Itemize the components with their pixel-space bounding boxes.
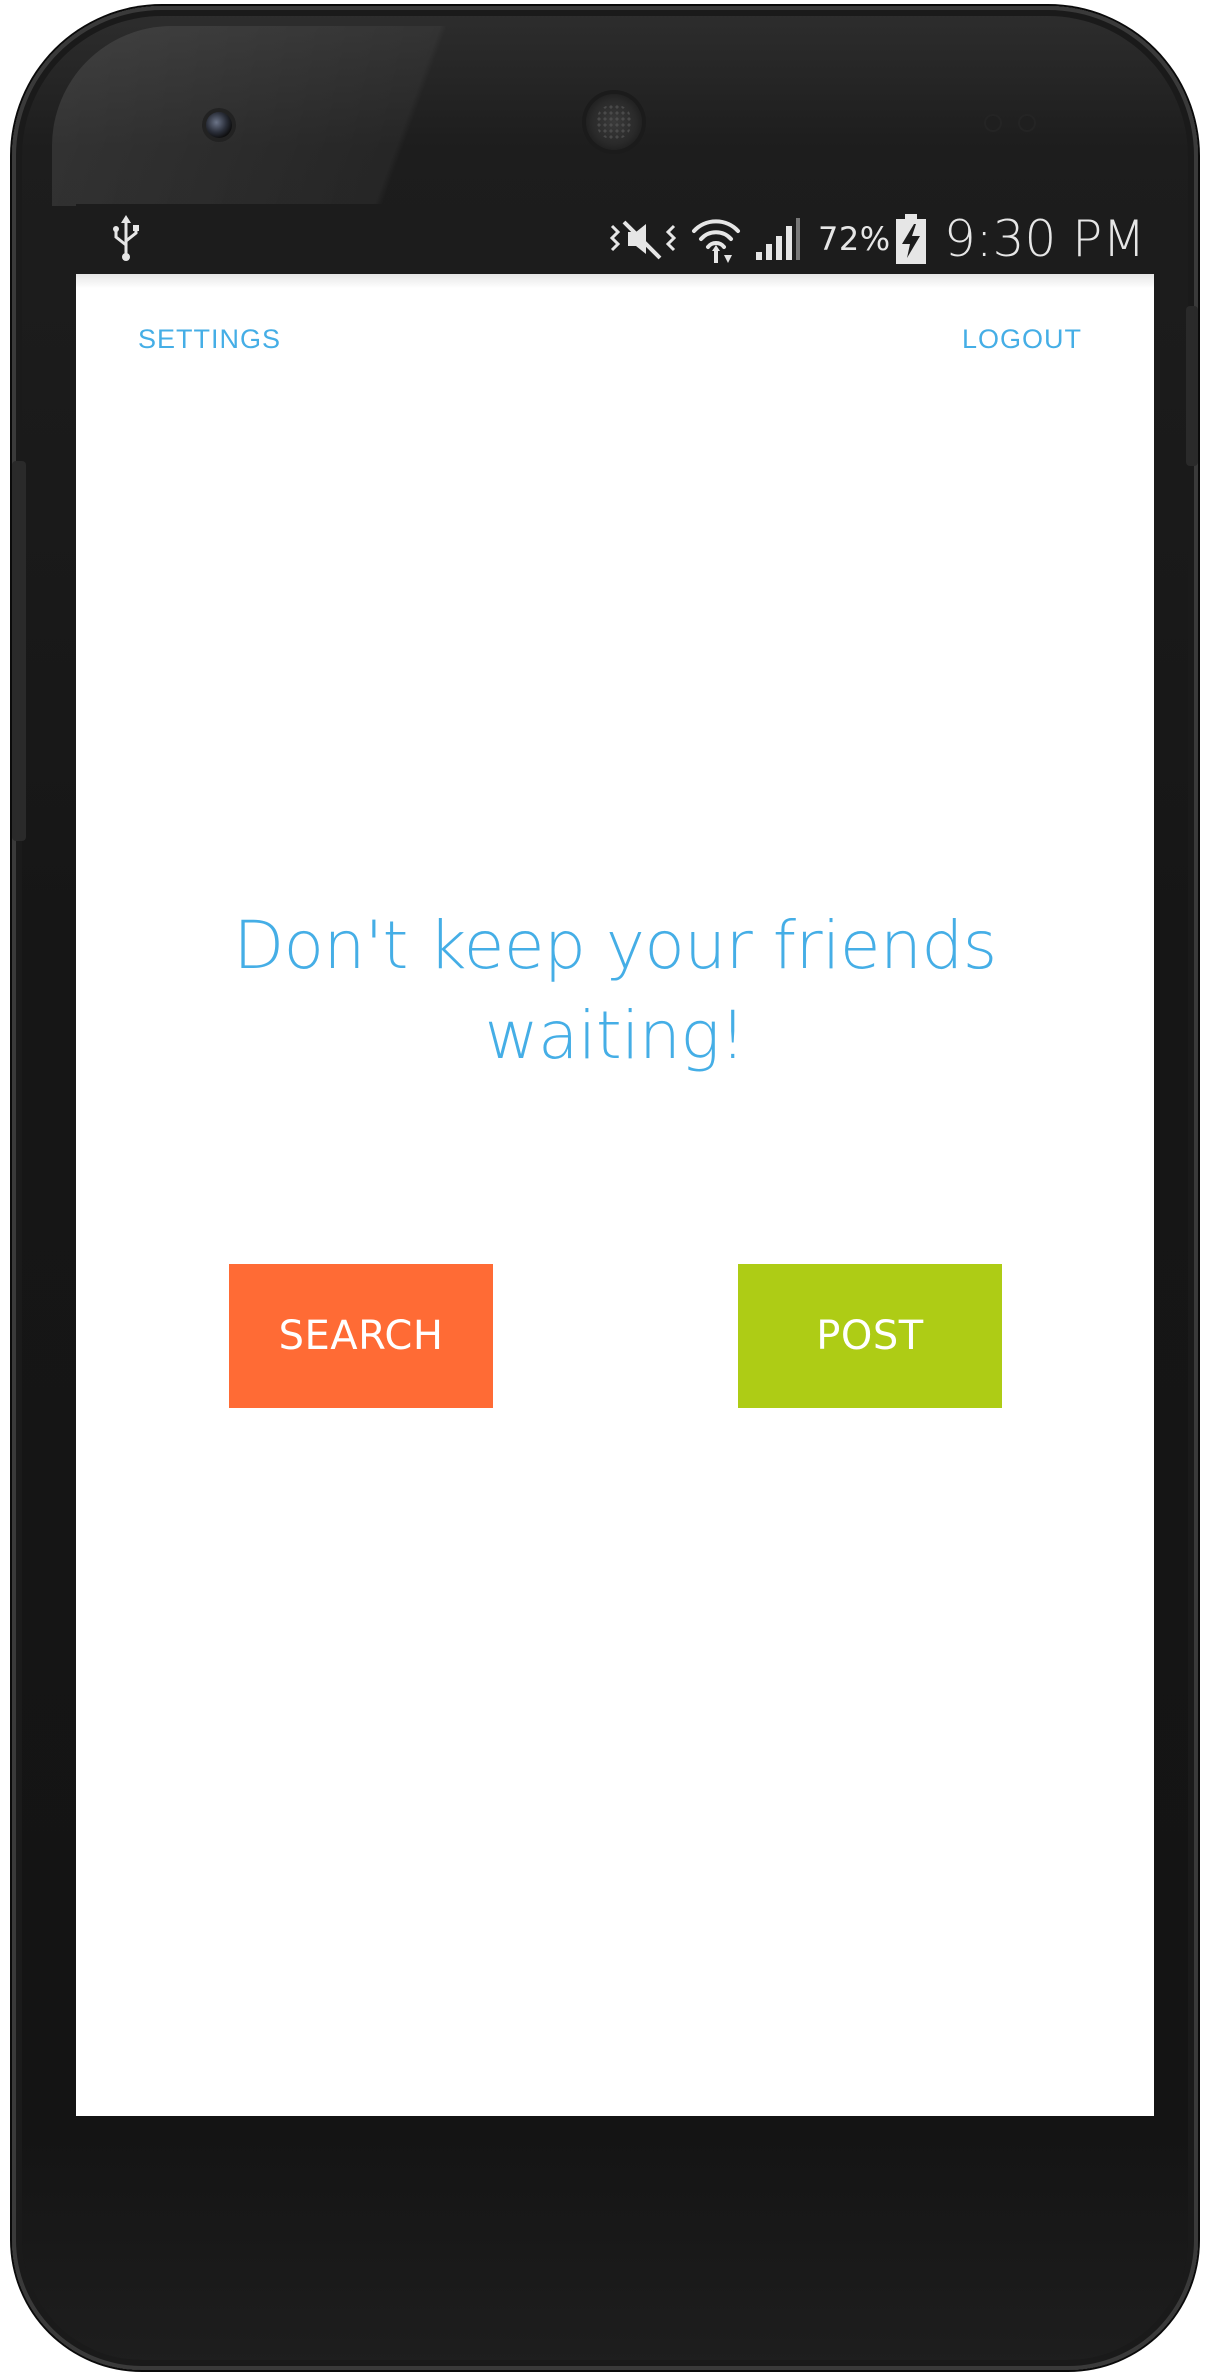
front-camera-icon xyxy=(206,112,232,138)
battery-charging-icon xyxy=(894,204,928,274)
proximity-sensor xyxy=(986,116,1000,130)
battery-percentage: 72% xyxy=(818,220,891,258)
phone-frame: 72% 9:30 PM SETTINGS LOGOUT Don't keep y… xyxy=(12,6,1198,2370)
light-sensor xyxy=(1020,116,1034,130)
headline-line-1: Don't keep your friends xyxy=(233,907,997,984)
headline: Don't keep your friends waiting! xyxy=(76,901,1154,1081)
earpiece-speaker xyxy=(586,94,642,150)
status-clock: 9:30 PM xyxy=(944,210,1146,268)
wifi-icon xyxy=(688,204,744,274)
power-button xyxy=(1186,306,1198,466)
cell-signal-icon xyxy=(752,204,802,274)
status-bar: 72% 9:30 PM xyxy=(76,204,1154,274)
search-button[interactable]: SEARCH xyxy=(229,1264,493,1408)
usb-icon xyxy=(108,204,144,274)
screen: 72% 9:30 PM SETTINGS LOGOUT Don't keep y… xyxy=(76,204,1154,2116)
settings-link[interactable]: SETTINGS xyxy=(138,324,281,355)
volume-button xyxy=(12,461,26,841)
logout-link[interactable]: LOGOUT xyxy=(962,324,1082,355)
headline-line-2: waiting! xyxy=(484,997,746,1074)
vibrate-mute-icon xyxy=(608,204,678,274)
post-button[interactable]: POST xyxy=(738,1264,1002,1408)
status-bar-shadow xyxy=(76,274,1154,288)
